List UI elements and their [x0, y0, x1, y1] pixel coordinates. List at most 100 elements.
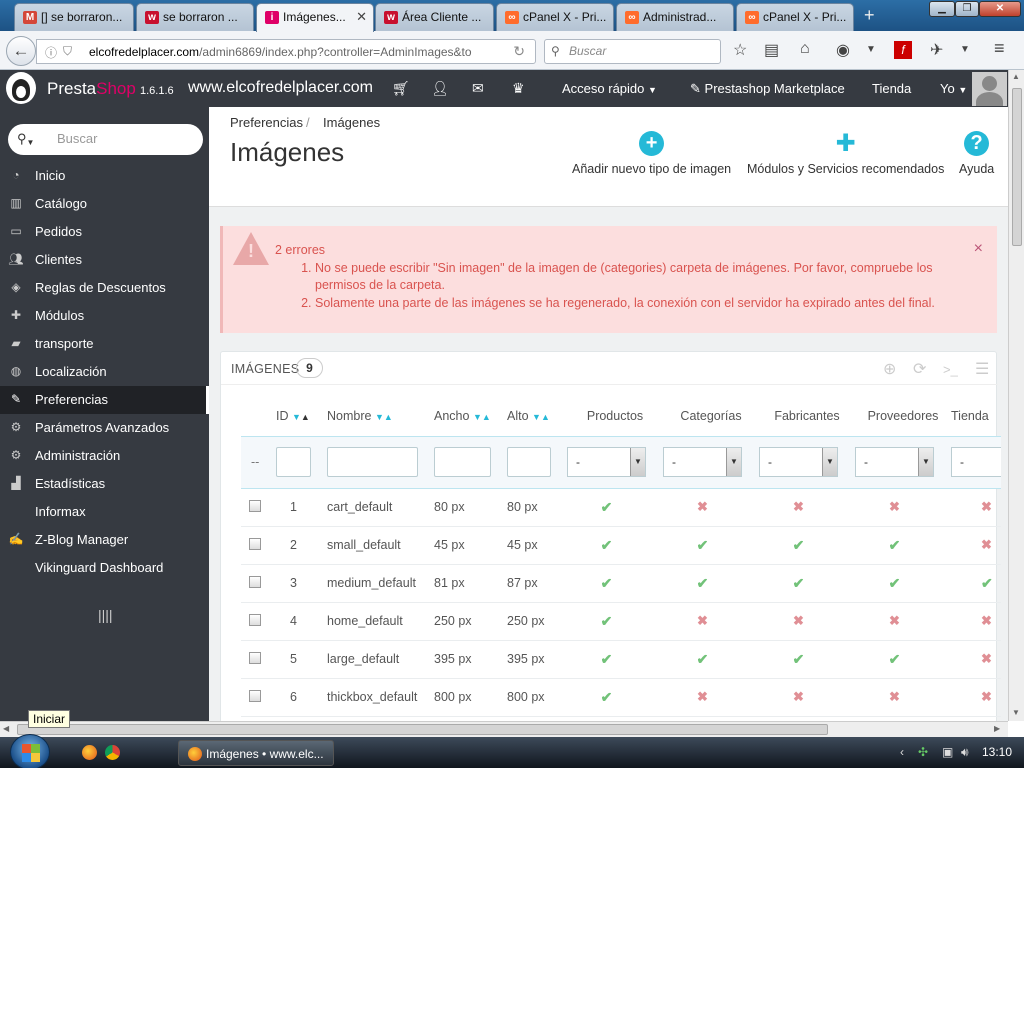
filter-alto-input[interactable]: [507, 447, 551, 477]
sort-asc-icon[interactable]: ▲: [482, 412, 491, 422]
marketplace-link[interactable]: ✎ Prestashop Marketplace: [690, 81, 845, 97]
bookmark-star-icon[interactable]: ☆: [733, 40, 747, 60]
filter-ancho-input[interactable]: [434, 447, 491, 477]
firefox-icon[interactable]: [82, 745, 97, 760]
add-image-type-button[interactable]: + Añadir nuevo tipo de imagen: [572, 131, 731, 176]
sort-asc-icon[interactable]: ▲: [541, 412, 550, 422]
scroll-left-icon[interactable]: ◀: [3, 724, 9, 733]
sort-desc-icon[interactable]: ▼: [532, 412, 541, 422]
home-icon[interactable]: ⌂: [800, 40, 810, 58]
search-icon[interactable]: ⚲ ▼: [17, 131, 34, 147]
sort-desc-icon[interactable]: ▼: [375, 412, 384, 422]
sidebar-item-pedidos[interactable]: ▭ Pedidos: [0, 218, 209, 246]
reload-icon[interactable]: ↻: [513, 43, 525, 60]
sidebar-item-vikinguard-dashboard[interactable]: Vikinguard Dashboard: [0, 554, 209, 582]
volume-icon[interactable]: 🔊︎: [961, 745, 969, 760]
browser-tab[interactable]: w se borraron ...: [136, 3, 254, 31]
breadcrumb-preferencias[interactable]: Preferencias: [230, 115, 303, 130]
prestashop-logo-icon[interactable]: [6, 72, 36, 104]
new-tab-button[interactable]: +: [864, 5, 875, 26]
table-row[interactable]: 5 large_default 395 px 395 px ✔ ✔ ✔ ✔ ✖: [241, 640, 1001, 679]
info-icon[interactable]: ⓘ: [45, 44, 57, 61]
table-row[interactable]: 6 thickbox_default 800 px 800 px ✔ ✖ ✖ ✖ ✖: [241, 678, 1001, 717]
scroll-right-icon[interactable]: ▶: [994, 724, 1000, 733]
browser-tab[interactable]: M [] se borraron...: [14, 3, 134, 31]
extension-icon[interactable]: ◉: [836, 40, 850, 60]
browser-tab[interactable]: ∞ Administrad...: [616, 3, 734, 31]
row-checkbox[interactable]: [249, 537, 261, 550]
shield-icon[interactable]: ⛉: [63, 44, 72, 59]
avatar[interactable]: [972, 72, 1007, 106]
col-id[interactable]: ID ▼▲: [276, 396, 327, 436]
sidebar-item-administraci-n[interactable]: ⚙ Administración: [0, 442, 209, 470]
table-row[interactable]: 3 medium_default 81 px 87 px ✔ ✔ ✔ ✔ ✔: [241, 564, 1001, 603]
row-checkbox[interactable]: [249, 499, 261, 512]
sidebar-item-par-metros-avanzados[interactable]: ⚙ Parámetros Avanzados: [0, 414, 209, 442]
clock[interactable]: 13:10: [982, 745, 1012, 759]
row-checkbox[interactable]: [249, 613, 261, 626]
maximize-button[interactable]: ❐: [955, 1, 979, 17]
sort-asc-icon[interactable]: ▲: [384, 412, 393, 422]
close-icon[interactable]: ×: [974, 240, 983, 258]
row-checkbox[interactable]: [249, 651, 261, 664]
minimize-button[interactable]: ▁: [929, 1, 955, 17]
quick-access-menu[interactable]: Acceso rápido ▼: [562, 81, 657, 96]
help-button[interactable]: ? Ayuda: [959, 131, 994, 176]
menu-icon[interactable]: ≡: [994, 38, 1005, 59]
add-icon[interactable]: ⊕: [883, 359, 896, 379]
col-nombre[interactable]: Nombre ▼▲: [327, 396, 434, 436]
sidebar-search-input[interactable]: ⚲ ▼ Buscar: [8, 124, 203, 155]
col-ancho[interactable]: Ancho ▼▲: [434, 396, 507, 436]
employee-menu[interactable]: Yo ▼: [940, 81, 967, 96]
close-tab-icon[interactable]: ✕: [356, 9, 367, 25]
sidebar-item-estad-sticas[interactable]: ▟ Estadísticas: [0, 470, 209, 498]
sort-asc-icon[interactable]: ▲: [301, 412, 310, 422]
url-bar[interactable]: ⓘ ⛉ elcofredelplacer.com/admin6869/index…: [36, 39, 536, 64]
table-row[interactable]: 2 small_default 45 px 45 px ✔ ✔ ✔ ✔ ✖: [241, 526, 1001, 565]
chevron-down-icon[interactable]: ▼: [866, 44, 876, 55]
browser-tab[interactable]: w Área Cliente ...: [375, 3, 494, 31]
addon-icon[interactable]: ✈: [930, 40, 943, 60]
scroll-thumb[interactable]: [1012, 88, 1022, 246]
col-alto[interactable]: Alto ▼▲: [507, 396, 567, 436]
scroll-down-icon[interactable]: ▼: [1012, 708, 1020, 717]
start-button[interactable]: [10, 734, 50, 768]
filter-fabricantes-select[interactable]: - ▼: [759, 447, 838, 477]
browser-search-input[interactable]: ⚲ Buscar: [544, 39, 721, 64]
sidebar-item-inicio[interactable]: ◔ Inicio: [0, 162, 209, 190]
collapse-sidebar-icon[interactable]: ||||: [98, 607, 113, 623]
window-close-button[interactable]: ✕: [979, 1, 1021, 17]
show-hidden-icons[interactable]: ‹: [900, 745, 904, 759]
filter-productos-select[interactable]: - ▼: [567, 447, 646, 477]
sidebar-item-cat-logo[interactable]: ▥ Catálogo: [0, 190, 209, 218]
refresh-icon[interactable]: ⟳: [913, 359, 926, 379]
network-icon[interactable]: ▣: [942, 745, 953, 759]
table-row[interactable]: 1 cart_default 80 px 80 px ✔ ✖ ✖ ✖ ✖: [241, 488, 1001, 527]
sql-query-icon[interactable]: >_: [943, 362, 958, 377]
sidebar-item-m-dulos[interactable]: ✚ Módulos: [0, 302, 209, 330]
trophy-icon[interactable]: ♛: [512, 80, 525, 97]
scroll-thumb[interactable]: [17, 724, 828, 735]
recommended-modules-button[interactable]: ✚ Módulos y Servicios recomendados: [747, 131, 944, 176]
sidebar-item-reglas-de-descuentos[interactable]: ◈ Reglas de Descuentos: [0, 274, 209, 302]
sidebar-item-localizaci-n[interactable]: ◍ Localización: [0, 358, 209, 386]
database-icon[interactable]: ☰: [975, 359, 989, 379]
browser-tab[interactable]: i Imágenes... ✕: [256, 3, 374, 32]
chevron-down-icon[interactable]: ▼: [960, 44, 970, 55]
back-button[interactable]: ←: [6, 36, 36, 66]
browser-tab[interactable]: ∞ cPanel X - Pri...: [496, 3, 614, 31]
sidebar-item-informax[interactable]: Informax: [0, 498, 209, 526]
filter-categorias-select[interactable]: - ▼: [663, 447, 742, 477]
sort-desc-icon[interactable]: ▼: [473, 412, 482, 422]
filter-proveedores-select[interactable]: - ▼: [855, 447, 934, 477]
table-row[interactable]: 4 home_default 250 px 250 px ✔ ✖ ✖ ✖ ✖: [241, 602, 1001, 641]
sidebar-item-preferencias[interactable]: ✎ Preferencias: [0, 386, 209, 414]
sidebar-item-z-blog-manager[interactable]: ✍ Z-Blog Manager: [0, 526, 209, 554]
horizontal-scrollbar[interactable]: ◀ ▶: [0, 721, 1008, 737]
sidebar-item-clientes[interactable]: 👥︎ Clientes: [0, 246, 209, 274]
filter-tienda-select[interactable]: -: [951, 447, 1001, 477]
flash-icon[interactable]: f: [894, 41, 912, 59]
filter-id-input[interactable]: [276, 447, 311, 477]
scroll-up-icon[interactable]: ▲: [1012, 72, 1020, 81]
user-icon[interactable]: 👤︎: [431, 80, 449, 97]
